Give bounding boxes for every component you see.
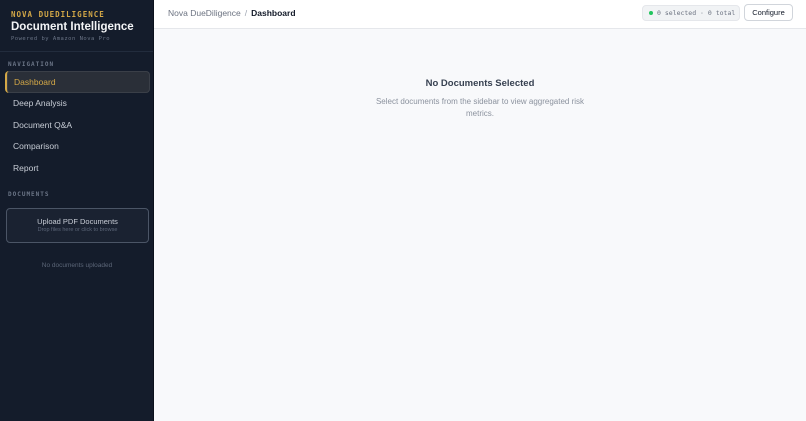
brand-title: Document Intelligence xyxy=(11,21,134,33)
navigation-section-label: NAVIGATION xyxy=(8,61,55,68)
sidebar-item-dashboard[interactable]: Dashboard xyxy=(5,71,150,93)
breadcrumb-separator: / xyxy=(244,8,248,18)
no-documents-text: No documents uploaded xyxy=(41,262,113,269)
brand-kicker: NOVA DUEDILIGENCE xyxy=(11,10,105,19)
sidebar-item-document-qa[interactable]: Document Q&A xyxy=(5,114,150,136)
upload-title: Upload PDF Documents xyxy=(37,217,118,226)
top-bar: Nova DueDiligence / Dashboard 0 selected ·… xyxy=(154,0,806,29)
breadcrumb: Nova DueDiligence / Dashboard xyxy=(168,8,296,18)
sidebar-item-comparison[interactable]: Comparison xyxy=(5,136,150,158)
brand-subtitle: Powered by Amazon Nova Pro xyxy=(11,36,111,42)
documents-section-label: DOCUMENTS xyxy=(8,191,50,198)
empty-state-text: Select documents from the sidebar to vie… xyxy=(375,97,585,118)
upload-hint: Drop files here or click to browse xyxy=(37,227,118,233)
upload-dropzone[interactable]: Upload PDF Documents Drop files here or … xyxy=(6,208,149,243)
breadcrumb-root[interactable]: Nova DueDiligence xyxy=(168,8,241,18)
brand-block: NOVA DUEDILIGENCE Document Intelligence … xyxy=(0,0,153,52)
empty-state: No Documents Selected Select documents f… xyxy=(154,78,806,120)
status-dot-icon xyxy=(649,11,653,15)
selection-status-badge: 0 selected · 0 total xyxy=(642,5,740,21)
sidebar-nav: Dashboard Deep Analysis Document Q&A Com… xyxy=(5,71,150,179)
sidebar-item-report[interactable]: Report xyxy=(5,157,150,179)
breadcrumb-current: Dashboard xyxy=(251,8,296,18)
configure-button[interactable]: Configure xyxy=(744,4,793,21)
sidebar: NOVA DUEDILIGENCE Document Intelligence … xyxy=(0,0,154,421)
selection-status-text: 0 selected · 0 total xyxy=(657,9,736,17)
sidebar-item-deep-analysis[interactable]: Deep Analysis xyxy=(5,93,150,115)
empty-state-title: No Documents Selected xyxy=(425,78,535,89)
